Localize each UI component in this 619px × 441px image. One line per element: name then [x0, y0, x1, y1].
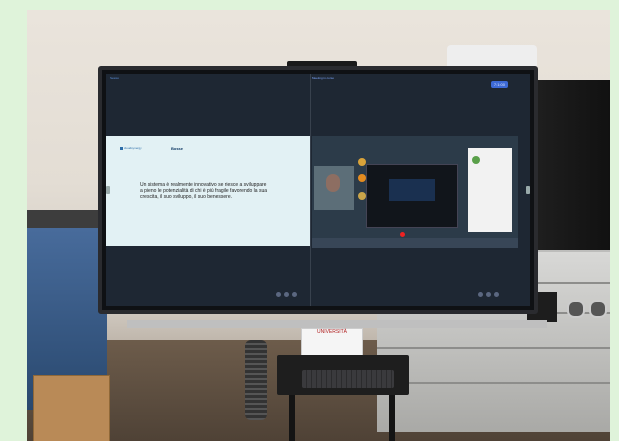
cardboard-box: [33, 375, 110, 441]
machine-knob: [567, 300, 585, 318]
next-icon[interactable]: [292, 292, 297, 297]
slide-logo: cloudsynergy: [124, 146, 142, 150]
top-center-label: Meeting in corso: [312, 76, 335, 80]
keyboard[interactable]: [302, 370, 394, 388]
top-left-label: Sessio: [110, 76, 120, 80]
participant-avatar: [358, 192, 366, 200]
participant-avatar: [358, 158, 366, 166]
prev-icon[interactable]: [276, 292, 281, 297]
logo-icon: [120, 147, 123, 150]
slide-body: Un sistema è realmente innovativo se rie…: [140, 182, 268, 200]
next-icon[interactable]: [494, 292, 499, 297]
split-divider: [310, 74, 311, 306]
right-arrow-icon[interactable]: [526, 186, 530, 194]
slide-brand: Bosse: [171, 146, 184, 151]
presentation-slide: cloudsynergy Bosse Un sistema è realment…: [106, 136, 310, 246]
play-icon[interactable]: [486, 292, 491, 297]
display-screen: Sessio Meeting in corso 7:1:00 cloudsyne…: [106, 74, 530, 306]
cable-coil: [245, 340, 267, 420]
time-tag: 7:1:00: [490, 81, 508, 88]
participant-avatar: [358, 174, 366, 182]
prev-icon[interactable]: [478, 292, 483, 297]
participant-avatar: [472, 156, 480, 164]
taskbar: [312, 238, 518, 248]
participant-person: [326, 174, 340, 192]
photo: Sessio Meeting in corso 7:1:00 cloudsyne…: [27, 10, 610, 441]
interactive-display: Sessio Meeting in corso 7:1:00 cloudsyne…: [98, 66, 538, 314]
hangup-icon[interactable]: [400, 232, 405, 237]
left-arrow-icon[interactable]: [106, 186, 110, 194]
stand-leg: [289, 395, 295, 441]
participant-tile: [314, 166, 354, 210]
machine-knob: [589, 300, 607, 318]
video-call-view: [312, 136, 518, 248]
sign-text: UNIVERSITÀ: [316, 329, 347, 335]
stand-leg: [389, 395, 395, 441]
play-icon[interactable]: [284, 292, 289, 297]
shared-window: [366, 164, 458, 228]
display-shelf: [127, 320, 547, 328]
